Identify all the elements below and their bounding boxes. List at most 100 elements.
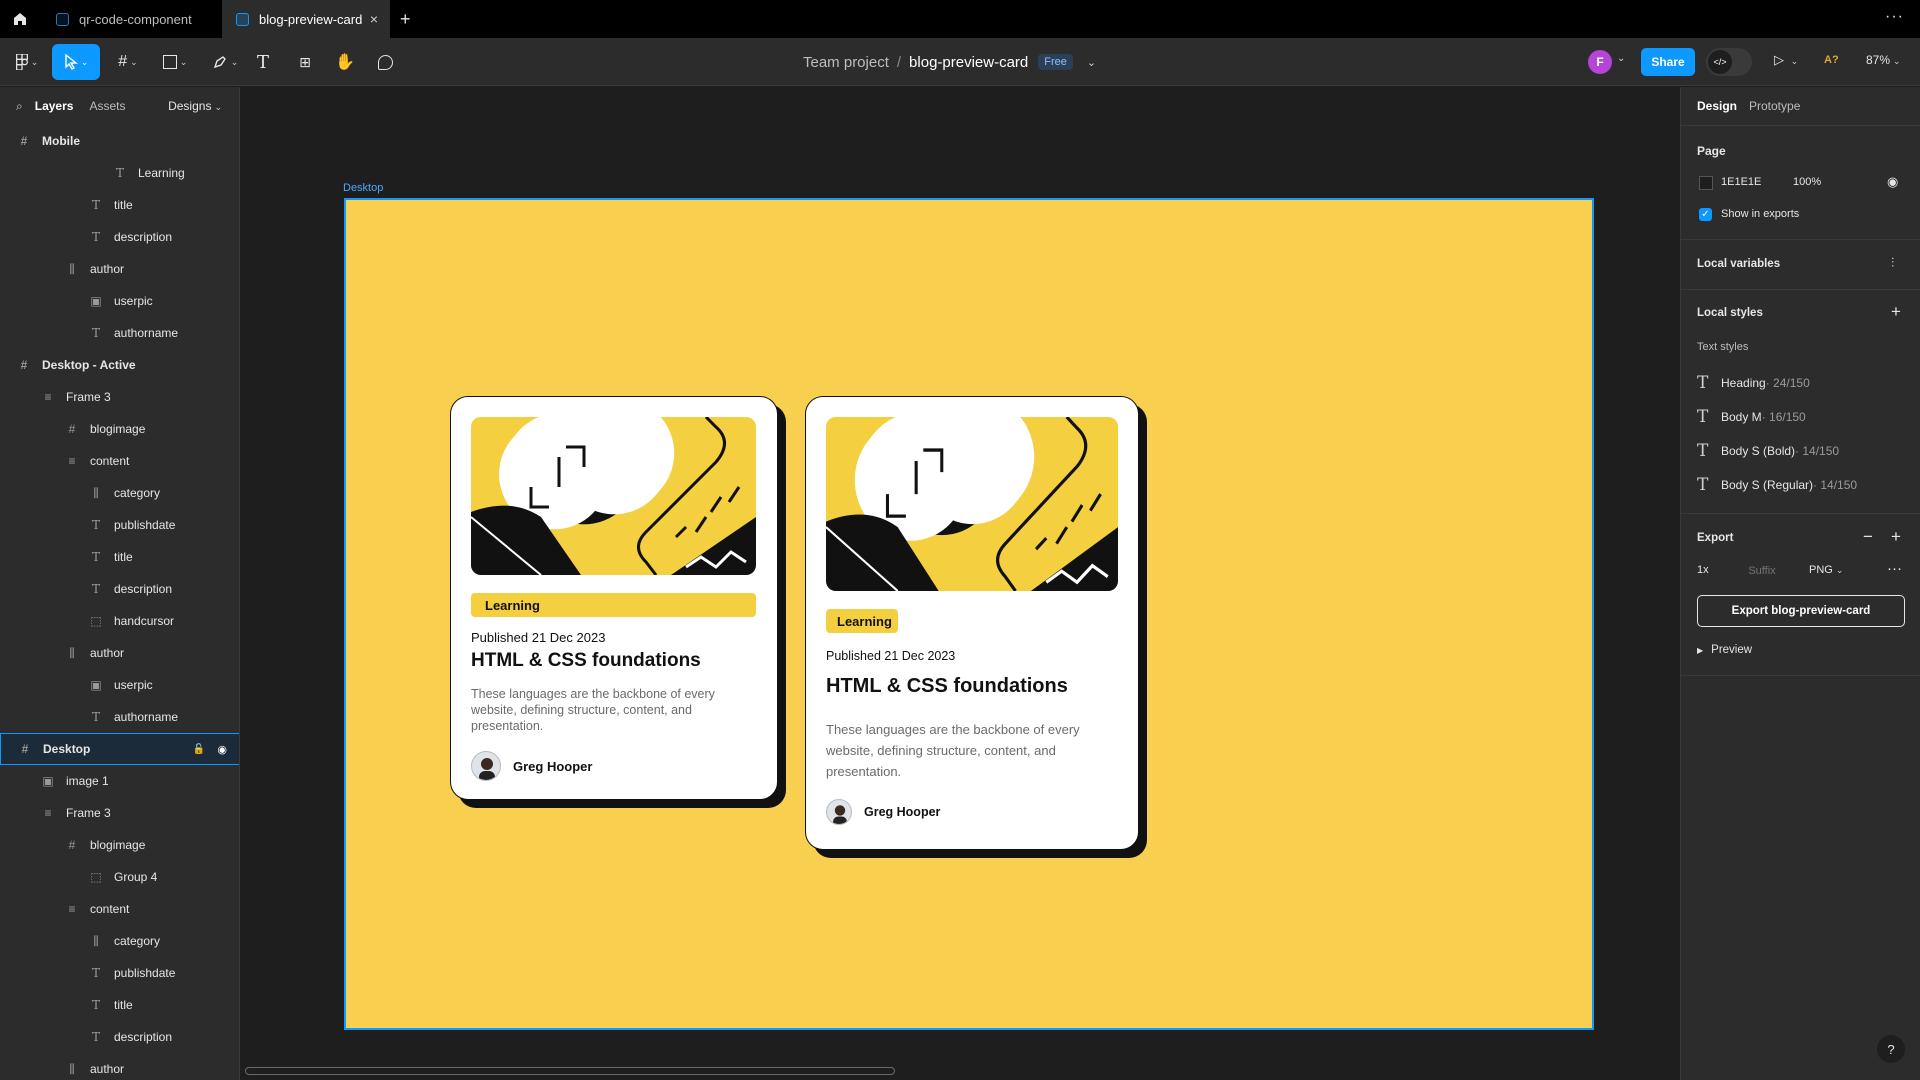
export-scale[interactable]: 1x [1697,564,1709,576]
layer-row[interactable]: Ttitle [0,541,239,573]
layer-row[interactable]: Tauthorname [0,317,239,349]
layer-row[interactable]: ≡ Frame 3 [0,381,239,413]
zoom-control[interactable]: 87% ⌄ [1866,53,1901,67]
export-suffix-input[interactable] [1729,560,1795,582]
layer-row[interactable]: Ttitle [0,189,239,221]
layer-row[interactable]: Tdescription [0,1021,239,1053]
desktop-frame[interactable]: Learning Published 21 Dec 2023 HTML & CS… [344,198,1594,1030]
layer-row[interactable]: ▣ userpic [0,669,239,701]
layer-row[interactable]: ⬚ Group 4 [0,861,239,893]
page-color-swatch[interactable] [1699,176,1713,190]
canvas[interactable]: Desktop Learning Published 21 Dec 2023 H… [241,87,1679,1080]
hand-tool-button[interactable]: ✋ [332,44,358,80]
layer-row[interactable]: ⫼ author [0,253,239,285]
layer-row[interactable]: # Desktop - Active [0,349,239,381]
text-tool-button[interactable]: T [250,44,276,80]
remove-export-icon[interactable]: − [1863,527,1873,547]
lock-icon[interactable]: 🔓 [193,744,205,755]
author: Greg Hooper [471,751,592,781]
local-variables-heading[interactable]: Local variables [1697,258,1780,270]
resources-tool-button[interactable]: ⊞ [292,44,318,80]
home-icon[interactable] [0,0,40,38]
tab-design[interactable]: Design [1697,99,1737,113]
layer-row[interactable]: # Desktop 🔓 ◉ [0,733,239,765]
shape-tool-button[interactable]: ⌄ [155,44,195,80]
search-icon[interactable]: ⌕ [16,99,23,114]
new-tab-icon[interactable]: + [400,9,411,30]
preview-toggle[interactable]: ▶ Preview [1697,644,1752,656]
frame-label[interactable]: Desktop [343,182,383,194]
layer-row[interactable]: Tpublishdate [0,509,239,541]
comment-tool-button[interactable] [372,44,398,80]
text-style-item[interactable]: T Body M · 16/150 [1697,407,1806,427]
user-avatar[interactable]: F [1588,50,1612,74]
layer-row[interactable]: ⫼ category [0,925,239,957]
tab-prototype[interactable]: Prototype [1749,99,1800,113]
layer-row[interactable]: ≡ Frame 3 [0,797,239,829]
layer-row[interactable]: T Learning [0,157,239,189]
layer-row[interactable]: ▣ image 1 [0,765,239,797]
tab-blog-preview-card[interactable]: blog-preview-card × [222,0,390,38]
chevron-down-icon[interactable]: ⌄ [1087,56,1096,69]
main-menu-button[interactable]: ⌄ [10,44,44,80]
layer-row[interactable]: ⬚ handcursor [0,605,239,637]
blog-card[interactable]: Learning Published 21 Dec 2023 HTML & CS… [450,396,778,800]
layer-label: blogimage [90,422,146,436]
close-icon[interactable]: × [370,11,378,27]
file-name[interactable]: blog-preview-card [909,54,1028,71]
category-tag[interactable]: Learning [826,609,898,633]
card-title[interactable]: HTML & CSS foundations [471,650,701,672]
layer-row[interactable]: ≡ content [0,893,239,925]
eye-icon[interactable]: ◉ [1887,174,1898,190]
breadcrumb-project[interactable]: Team project [803,54,889,71]
eye-icon[interactable]: ◉ [217,743,227,756]
text-style-item[interactable]: T Body S (Regular) · 14/150 [1697,475,1857,495]
pages-dropdown[interactable]: Designs ⌄ [168,99,222,113]
text-style-meta: · 14/150 [1813,478,1858,492]
add-style-icon[interactable]: + [1891,302,1901,322]
export-button[interactable]: Export blog-preview-card [1697,595,1905,627]
move-tool-button[interactable]: ⌄ [52,44,100,80]
add-export-icon[interactable]: + [1891,527,1901,547]
page-color-value[interactable]: 1E1E1E [1721,176,1761,188]
layer-row[interactable]: ⫼ author [0,1053,239,1080]
text-icon: T [91,326,100,340]
horizontal-scrollbar[interactable] [245,1067,895,1075]
layer-row[interactable]: Tpublishdate [0,957,239,989]
pen-tool-button[interactable]: ⌄ [205,44,245,80]
layer-row[interactable]: # blogimage [0,413,239,445]
layer-row[interactable]: Tdescription [0,573,239,605]
layer-row[interactable]: ▣ userpic [0,285,239,317]
variables-icon[interactable]: ⫶ [1891,255,1894,271]
page-opacity-value[interactable]: 100% [1793,176,1821,188]
category-tag[interactable]: Learning [471,593,756,617]
export-options-icon[interactable]: ··· [1887,560,1902,577]
figma-logo-icon [15,54,28,70]
tab-assets[interactable]: Assets [89,99,125,113]
layer-row[interactable]: Ttitle [0,989,239,1021]
layer-row[interactable]: ≡ content [0,445,239,477]
blog-card[interactable]: Learning Published 21 Dec 2023 HTML & CS… [805,396,1139,850]
layer-row[interactable]: # Mobile [0,125,239,157]
chevron-down-icon[interactable]: ⌄ [1617,53,1625,64]
frame-tool-button[interactable]: # ⌄ [108,44,148,80]
help-button[interactable]: ? [1877,1035,1905,1063]
layer-row[interactable]: ⫼ category [0,477,239,509]
more-icon[interactable]: ··· [1885,8,1904,26]
export-format-select[interactable]: PNG ⌄ [1809,564,1843,576]
tab-layers[interactable]: Layers [35,99,74,113]
card-title[interactable]: HTML & CSS foundations [826,675,1068,698]
present-button[interactable]: ▷ ⌄ [1774,52,1798,68]
layer-row[interactable]: Tauthorname [0,701,239,733]
share-button[interactable]: Share [1641,48,1695,76]
tab-qr-code-component[interactable]: qr-code-component [43,0,221,38]
layer-row[interactable]: ⫼ author [0,637,239,669]
dev-mode-toggle[interactable]: </> [1706,48,1752,76]
preview-label: Preview [1711,644,1753,656]
text-style-item[interactable]: T Heading · 24/150 [1697,373,1810,393]
text-style-item[interactable]: T Body S (Bold) · 14/150 [1697,441,1839,461]
layer-row[interactable]: Tdescription [0,221,239,253]
layer-row[interactable]: # blogimage [0,829,239,861]
show-in-exports-checkbox[interactable]: ✓ [1699,208,1712,221]
ai-status[interactable]: A? [1824,54,1839,66]
